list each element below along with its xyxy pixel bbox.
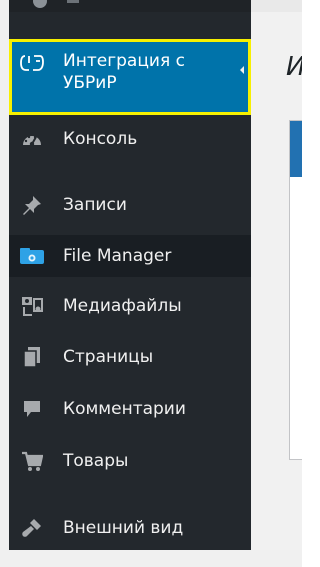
wordpress-logo-icon[interactable] xyxy=(33,0,47,8)
bottom-edge xyxy=(0,550,302,567)
dashboard-icon xyxy=(19,128,45,150)
sidebar-item-label-media: Медиафайлы xyxy=(63,296,182,316)
sidebar-item-appearance[interactable]: Внешний вид xyxy=(9,507,251,549)
sidebar-item-console[interactable]: Консоль xyxy=(9,118,251,160)
current-item-arrow xyxy=(240,66,244,74)
sidebar-item-label-console: Консоль xyxy=(63,129,138,149)
page-title: И xyxy=(286,52,302,82)
sidebar-item-label-appearance: Внешний вид xyxy=(63,518,184,538)
sidebar-item-media[interactable]: Медиафайлы xyxy=(9,285,251,327)
sidebar-item-integration[interactable]: Интеграция с УБРиР xyxy=(9,39,251,115)
media-icon xyxy=(19,295,45,317)
left-edge xyxy=(0,0,9,567)
cart-icon xyxy=(19,450,45,472)
comments-icon xyxy=(19,398,45,420)
pin-icon xyxy=(19,194,45,216)
sidebar-item-comments[interactable]: Комментарии xyxy=(9,388,251,430)
sidebar-item-file-manager[interactable]: File Manager xyxy=(9,235,251,277)
sidebar-item-label-file-manager: File Manager xyxy=(63,246,172,266)
sidebar-item-label-posts: Записи xyxy=(63,195,127,215)
integration-icon xyxy=(19,52,45,74)
home-icon[interactable] xyxy=(67,0,79,3)
sidebar-item-label-comments: Комментарии xyxy=(63,399,186,419)
file-manager-icon xyxy=(19,245,45,267)
screenshot-frame: Интеграция с УБРиР Консоль Записи File M… xyxy=(0,0,302,567)
sidebar-item-products[interactable]: Товары xyxy=(9,440,251,482)
sidebar-item-posts[interactable]: Записи xyxy=(9,184,251,226)
appearance-icon xyxy=(19,517,45,539)
pages-icon xyxy=(19,346,45,368)
sidebar-item-label-integration: Интеграция с УБРиР xyxy=(63,51,185,93)
admin-topbar xyxy=(9,0,251,12)
sidebar-item-label-pages: Страницы xyxy=(63,347,154,367)
panel-header xyxy=(290,121,302,177)
sidebar-item-label-products: Товары xyxy=(63,451,129,471)
sidebar-item-pages[interactable]: Страницы xyxy=(9,336,251,378)
